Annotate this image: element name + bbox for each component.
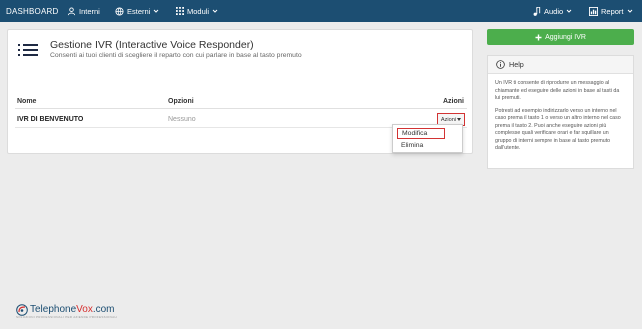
nav-report-label: Report xyxy=(601,6,624,16)
nav-audio-label: Audio xyxy=(544,6,564,16)
list-icon xyxy=(18,44,40,59)
grid-icon xyxy=(176,7,184,15)
help-panel: Help Un IVR ti consente di riprodurre un… xyxy=(487,55,634,169)
caret-down-icon xyxy=(457,118,462,121)
nav-moduli[interactable]: Moduli xyxy=(176,0,218,22)
add-ivr-button[interactable]: Aggiungi IVR xyxy=(487,29,634,45)
nav-report[interactable]: Report xyxy=(589,0,633,22)
nav-interni-label: Interni xyxy=(79,6,100,16)
page-title: Gestione IVR (Interactive Voice Responde… xyxy=(50,39,254,51)
chevron-down-icon xyxy=(566,9,572,13)
column-header-options: Opzioni xyxy=(168,98,194,105)
ivr-options-cell: Nessuno xyxy=(168,116,196,123)
help-title: Help xyxy=(509,60,524,69)
add-ivr-label: Aggiungi IVR xyxy=(545,33,586,41)
chevron-down-icon xyxy=(153,9,159,13)
music-note-icon xyxy=(533,6,541,16)
help-paragraph: Un IVR ti consente di riprodurre un mess… xyxy=(495,80,620,101)
help-body: Un IVR ti consente di riprodurre un mess… xyxy=(488,74,633,153)
header-divider xyxy=(15,108,467,109)
page-subtitle: Consenti ai tuoi clienti di scegliere il… xyxy=(50,52,302,59)
user-icon xyxy=(67,6,76,15)
azioni-dropdown-menu: Modifica Elimina xyxy=(392,124,463,153)
bar-chart-icon xyxy=(589,6,598,16)
logo-tagline: SOLUZIONI PROFESSIONALI PER AZIENDE PROF… xyxy=(16,315,118,319)
ivr-name-cell: IVR DI BENVENUTO xyxy=(17,116,84,123)
column-header-actions: Azioni xyxy=(443,98,464,105)
logo-text-accent: Vox xyxy=(76,304,93,315)
help-header: Help xyxy=(488,56,633,74)
chevron-down-icon xyxy=(627,9,632,13)
azioni-button-label: Azioni xyxy=(440,116,457,123)
nav-interni[interactable]: Interni xyxy=(67,0,100,22)
logo-wordmark: TelephoneVox.com xyxy=(30,304,115,315)
column-header-name: Nome xyxy=(17,98,37,105)
menu-item-elimina[interactable]: Elimina xyxy=(401,142,423,149)
top-navbar: DASHBOARD Interni Esterni Moduli Audio R… xyxy=(0,0,642,22)
logo-text-suffix: .com xyxy=(92,304,115,315)
nav-esterni-label: Esterni xyxy=(127,6,151,16)
chevron-down-icon xyxy=(212,9,218,13)
nav-dashboard-link[interactable]: DASHBOARD xyxy=(6,0,58,22)
plus-icon xyxy=(535,34,542,40)
nav-audio[interactable]: Audio xyxy=(533,0,572,22)
nav-moduli-label: Moduli xyxy=(187,6,210,16)
logo-text-main: Telephone xyxy=(30,304,77,315)
globe-icon xyxy=(115,6,124,16)
menu-item-modifica[interactable]: Modifica xyxy=(397,128,445,139)
help-paragraph: Potresti ad esempio indirizzarlo verso u… xyxy=(495,107,621,152)
info-icon xyxy=(496,60,505,69)
nav-esterni[interactable]: Esterni xyxy=(115,0,159,22)
